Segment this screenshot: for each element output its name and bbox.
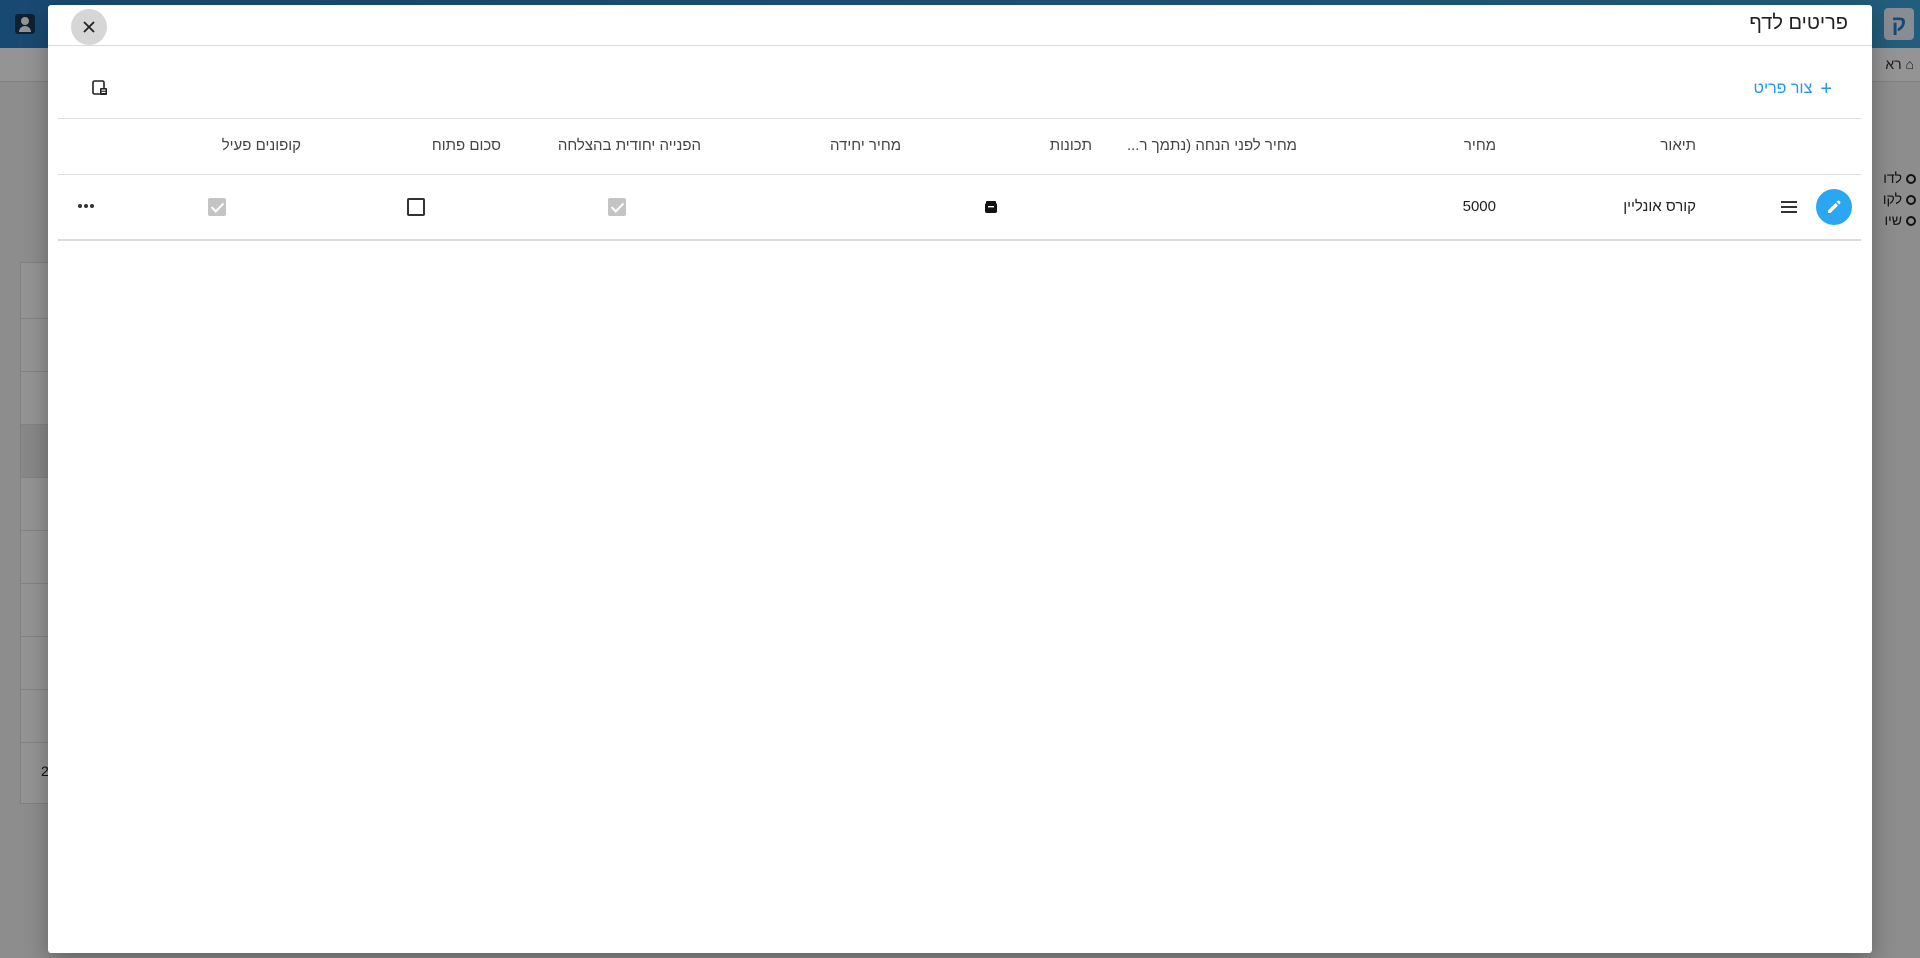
column-header-description[interactable]: תיאור <box>1660 137 1696 154</box>
column-header-properties[interactable]: תכונות <box>1050 137 1092 154</box>
plus-icon: + <box>1820 78 1832 100</box>
drag-handle-icon[interactable] <box>1781 201 1797 213</box>
column-header-open-amount[interactable]: סכום פתוח <box>432 137 501 154</box>
active-coupons-checkbox[interactable] <box>208 198 226 216</box>
dialog-header: פריטים לדף <box>48 5 1872 46</box>
close-icon <box>83 21 95 33</box>
column-header-unit-price[interactable]: מחיר יחידה <box>830 137 901 154</box>
cell-price: 5000 <box>1462 198 1496 215</box>
create-item-label: צור פריט <box>1753 80 1813 97</box>
unique-redirect-checkbox[interactable] <box>608 198 626 216</box>
column-header-price-before-discount[interactable]: מחיר לפני הנחה (נתמך ר... <box>1127 137 1297 154</box>
dialog-title: פריטים לדף <box>1749 12 1848 34</box>
export-button[interactable] <box>90 78 110 98</box>
column-header-unique-redirect[interactable]: הפנייה יחודית בהצלחה <box>558 137 701 154</box>
edit-item-button[interactable] <box>1816 189 1852 225</box>
pencil-icon <box>1828 200 1841 213</box>
column-header-price[interactable]: מחיר <box>1464 137 1496 154</box>
create-item-button[interactable]: + צור פריט <box>1754 78 1832 100</box>
box-icon <box>985 201 997 213</box>
file-export-icon <box>92 80 107 95</box>
properties-cell[interactable] <box>983 199 999 219</box>
cell-description: קורס אונליין <box>1623 198 1696 215</box>
more-options-button[interactable] <box>76 197 96 217</box>
table-row[interactable]: קורס אונליין 5000 <box>58 175 1861 241</box>
open-amount-checkbox[interactable] <box>407 198 425 216</box>
more-horiz-icon <box>90 203 94 208</box>
items-dialog: פריטים לדף + צור פריט תיאור מחיר מחיר לפ… <box>48 5 1872 953</box>
dialog-toolbar: + צור פריט <box>48 46 1872 118</box>
close-button[interactable] <box>71 9 107 45</box>
items-table: תיאור מחיר מחיר לפני הנחה (נתמך ר... תכו… <box>58 118 1861 241</box>
table-header: תיאור מחיר מחיר לפני הנחה (נתמך ר... תכו… <box>58 118 1861 175</box>
column-header-active-coupons[interactable]: קופונים פעיל <box>222 137 301 154</box>
